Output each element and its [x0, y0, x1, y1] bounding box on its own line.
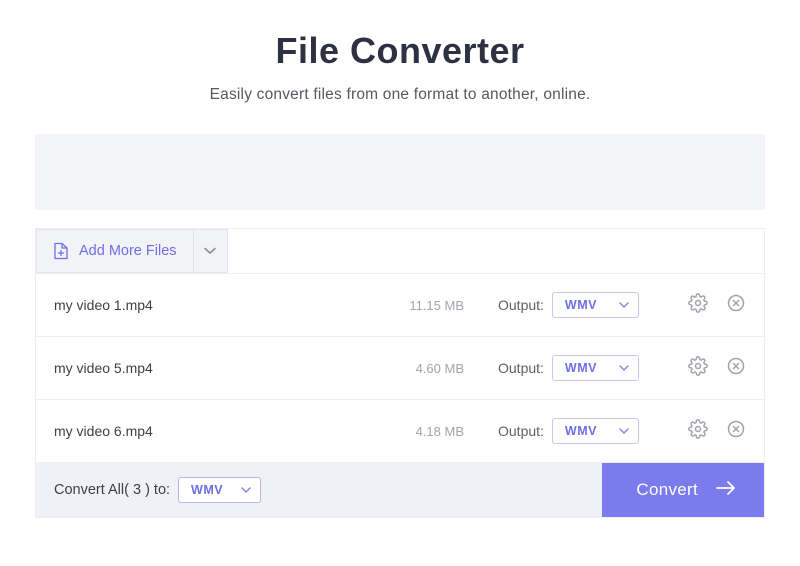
output-format-select[interactable]: WMV — [552, 418, 639, 444]
add-more-files-label: Add More Files — [79, 243, 177, 259]
settings-button[interactable] — [688, 293, 708, 318]
file-plus-icon — [53, 242, 69, 260]
file-panel: Add More Files my video 1.mp4 11.15 MB O… — [35, 228, 765, 518]
output-label: Output: — [498, 360, 544, 376]
convert-all-label: Convert All( 3 ) to: — [54, 482, 170, 498]
add-more-files-button[interactable]: Add More Files — [36, 229, 194, 273]
close-circle-icon — [726, 419, 746, 444]
output-format-select[interactable]: WMV — [552, 292, 639, 318]
file-size: 11.15 MB — [374, 298, 464, 313]
chevron-down-icon — [619, 298, 629, 312]
gear-icon — [688, 293, 708, 318]
convert-all-footer: Convert All( 3 ) to: WMV Convert — [36, 463, 764, 517]
file-size: 4.60 MB — [374, 361, 464, 376]
output-format-select[interactable]: WMV — [552, 355, 639, 381]
settings-button[interactable] — [688, 356, 708, 381]
file-name: my video 1.mp4 — [54, 297, 374, 313]
output-format-value: WMV — [565, 361, 597, 375]
ad-banner — [35, 134, 765, 210]
remove-button[interactable] — [726, 293, 746, 318]
remove-button[interactable] — [726, 419, 746, 444]
convert-all-format-value: WMV — [191, 483, 223, 497]
output-label: Output: — [498, 423, 544, 439]
table-row: my video 1.mp4 11.15 MB Output: WMV — [36, 274, 764, 337]
page-subtitle: Easily convert files from one format to … — [35, 86, 765, 104]
convert-button-label: Convert — [636, 480, 698, 500]
file-size: 4.18 MB — [374, 424, 464, 439]
output-label: Output: — [498, 297, 544, 313]
convert-all-format-select[interactable]: WMV — [178, 477, 261, 503]
page-title: File Converter — [35, 30, 765, 72]
table-row: my video 6.mp4 4.18 MB Output: WMV — [36, 400, 764, 463]
output-format-value: WMV — [565, 424, 597, 438]
chevron-down-icon — [204, 242, 216, 260]
arrow-right-icon — [716, 480, 736, 500]
add-files-row: Add More Files — [36, 229, 764, 274]
chevron-down-icon — [619, 361, 629, 375]
chevron-down-icon — [619, 424, 629, 438]
file-name: my video 6.mp4 — [54, 423, 374, 439]
settings-button[interactable] — [688, 419, 708, 444]
close-circle-icon — [726, 293, 746, 318]
file-name: my video 5.mp4 — [54, 360, 374, 376]
gear-icon — [688, 419, 708, 444]
remove-button[interactable] — [726, 356, 746, 381]
add-more-files-dropdown[interactable] — [194, 229, 228, 273]
convert-button[interactable]: Convert — [602, 463, 764, 517]
gear-icon — [688, 356, 708, 381]
chevron-down-icon — [241, 483, 251, 497]
table-row: my video 5.mp4 4.60 MB Output: WMV — [36, 337, 764, 400]
close-circle-icon — [726, 356, 746, 381]
output-format-value: WMV — [565, 298, 597, 312]
